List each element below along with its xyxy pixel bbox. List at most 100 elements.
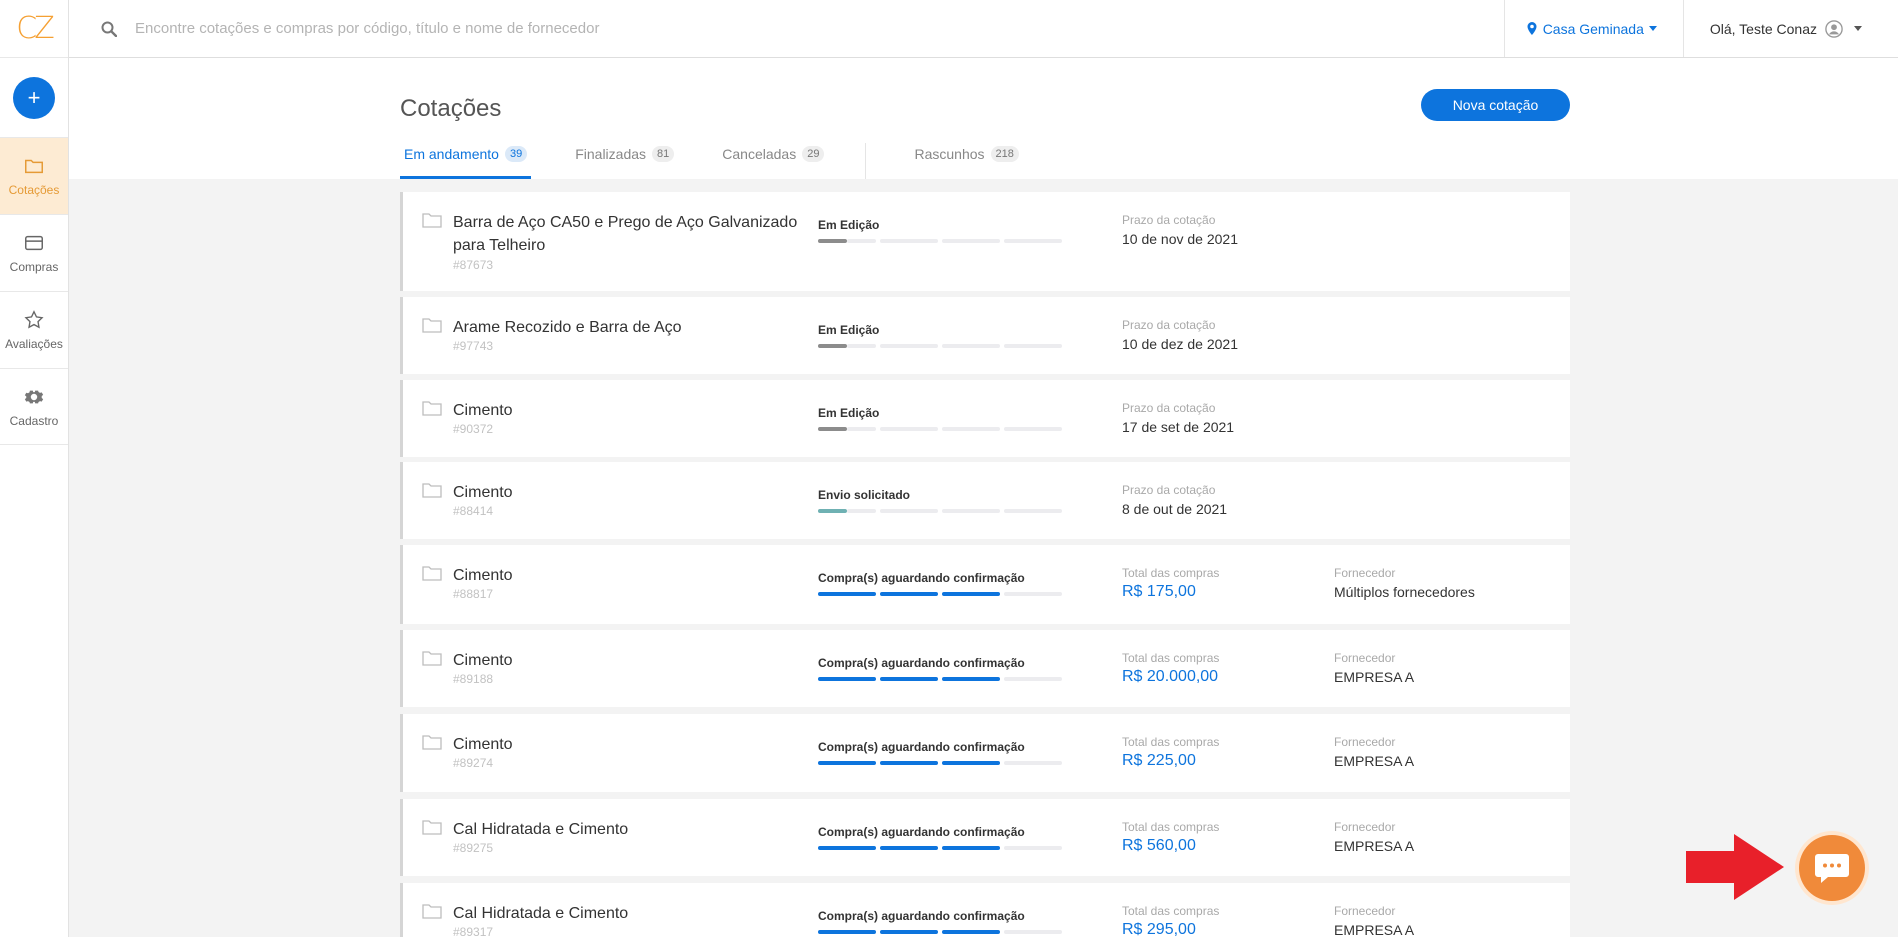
sidebar-item-label: Compras — [9, 260, 59, 274]
tab-label: Canceladas — [722, 146, 797, 162]
progress-segment — [818, 930, 876, 934]
tab-count-badge: 29 — [802, 146, 825, 162]
folder-icon — [422, 566, 442, 581]
quote-title: Arame Recozido e Barra de Aço — [453, 319, 682, 336]
search-area — [69, 0, 1504, 57]
folder-icon — [422, 651, 442, 666]
quote-status: Compra(s) aguardando confirmação — [818, 909, 1025, 923]
new-quote-button[interactable]: Nova cotação — [1421, 89, 1570, 121]
progress-segment — [942, 677, 1000, 681]
quote-card[interactable]: Barra de Aço CA50 e Prego de Aço Galvani… — [400, 192, 1570, 291]
logo-text: CZ — [16, 11, 54, 46]
sidebar-item-avaliacoes[interactable]: Avaliações — [0, 291, 68, 368]
location-selector[interactable]: Casa Geminada — [1503, 0, 1683, 57]
search-input[interactable] — [135, 20, 835, 37]
quote-code: #89188 — [453, 672, 494, 686]
supplier-value: EMPRESA A — [1334, 838, 1415, 854]
total-label: Total das compras — [1122, 735, 1220, 749]
progress-segment — [942, 509, 1000, 513]
quote-card[interactable]: Cal Hidratada e Cimento #89317 Compra(s)… — [400, 883, 1570, 937]
progress-segment — [818, 761, 876, 765]
total-value: R$ 295,00 — [1122, 921, 1196, 937]
tab-rascunhos[interactable]: Rascunhos 218 — [910, 138, 1022, 179]
folder-icon — [422, 401, 442, 416]
status-progress — [818, 344, 1062, 348]
progress-segment — [1004, 509, 1062, 513]
supplier-value: EMPRESA A — [1334, 922, 1415, 937]
sidebar-item-compras[interactable]: Compras — [0, 214, 68, 291]
total-value: R$ 175,00 — [1122, 583, 1196, 600]
tab-canceladas[interactable]: Canceladas 29 — [718, 138, 828, 179]
quote-title: Cal Hidratada e Cimento — [453, 821, 629, 838]
quote-card[interactable]: Arame Recozido e Barra de Aço #97743 Em … — [400, 297, 1570, 374]
quote-status: Em Edição — [818, 406, 880, 420]
quote-card[interactable]: Cal Hidratada e Cimento #89275 Compra(s)… — [400, 799, 1570, 876]
supplier-label: Fornecedor — [1334, 566, 1396, 580]
progress-segment — [880, 427, 938, 431]
gear-icon — [24, 390, 44, 403]
progress-segment — [818, 427, 847, 431]
new-quote-plus-button[interactable]: + — [13, 77, 55, 119]
tab-finalizadas[interactable]: Finalizadas 81 — [571, 138, 678, 179]
supplier-label: Fornecedor — [1334, 735, 1396, 749]
progress-segment — [1004, 344, 1062, 348]
user-avatar-icon — [1825, 19, 1843, 38]
progress-segment — [818, 344, 847, 348]
tab-label: Finalizadas — [575, 146, 647, 162]
total-value: R$ 225,00 — [1122, 752, 1196, 769]
progress-segment — [818, 592, 876, 596]
sidebar-item-label: Cotações — [8, 183, 60, 197]
tab-label: Em andamento — [404, 146, 499, 162]
progress-segment — [1004, 846, 1062, 850]
red-arrow-annotation — [1686, 834, 1784, 900]
progress-segment — [942, 592, 1000, 596]
quote-card[interactable]: Cimento #90372 Em Edição Prazo da cotaçã… — [400, 380, 1570, 457]
progress-segment — [880, 509, 938, 513]
status-progress — [818, 509, 1062, 513]
quote-code: #88817 — [453, 587, 494, 601]
sidebar-item-cotacoes[interactable]: Cotações — [0, 137, 68, 214]
top-bar: Casa Geminada Olá, Teste Conaz — [69, 0, 1898, 58]
location-name: Casa Geminada — [1542, 20, 1644, 37]
progress-segment — [818, 239, 847, 243]
folder-icon — [422, 820, 442, 835]
status-progress — [818, 427, 1062, 431]
deadline-value: 17 de set de 2021 — [1122, 419, 1235, 435]
status-progress — [818, 846, 1062, 850]
quote-card[interactable]: Cimento #89188 Compra(s) aguardando conf… — [400, 630, 1570, 707]
sidebar: CZ + Cotações Compras Avaliações Cadastr… — [0, 0, 69, 937]
folder-icon — [422, 483, 442, 498]
quote-code: #89274 — [453, 756, 494, 770]
folder-icon — [422, 904, 442, 919]
folder-icon — [422, 213, 442, 228]
quote-card[interactable]: Cimento #88817 Compra(s) aguardando conf… — [400, 545, 1570, 624]
sidebar-item-cadastro[interactable]: Cadastro — [0, 368, 68, 445]
progress-segment — [942, 344, 1000, 348]
quote-code: #88414 — [453, 504, 494, 518]
progress-segment — [818, 677, 876, 681]
status-progress — [818, 677, 1062, 681]
tab-count-badge: 39 — [504, 146, 528, 162]
chat-button[interactable] — [1799, 835, 1865, 901]
progress-segment — [1004, 930, 1062, 934]
user-menu[interactable]: Olá, Teste Conaz — [1682, 0, 1898, 57]
quote-status: Compra(s) aguardando confirmação — [818, 571, 1025, 585]
tab-em-andamento[interactable]: Em andamento 39 — [400, 138, 532, 179]
quote-title: Cimento — [453, 484, 513, 501]
progress-segment — [942, 761, 1000, 765]
quote-status: Envio solicitado — [818, 488, 911, 502]
user-greeting: Olá, Teste Conaz — [1709, 20, 1817, 37]
total-value: R$ 20.000,00 — [1122, 668, 1219, 685]
tab-label: Rascunhos — [914, 146, 985, 162]
progress-segment — [942, 427, 1000, 431]
tab-count-badge: 81 — [652, 146, 675, 162]
quote-card[interactable]: Cimento #88414 Envio solicitado Prazo da… — [400, 462, 1570, 539]
progress-segment — [847, 427, 876, 431]
quote-code: #97743 — [453, 339, 494, 353]
total-label: Total das compras — [1122, 566, 1220, 580]
logo[interactable]: CZ — [0, 0, 68, 58]
deadline-label: Prazo da cotação — [1122, 401, 1216, 415]
deadline-value: 8 de out de 2021 — [1122, 501, 1228, 517]
progress-segment — [1004, 761, 1062, 765]
quote-card[interactable]: Cimento #89274 Compra(s) aguardando conf… — [400, 714, 1570, 792]
